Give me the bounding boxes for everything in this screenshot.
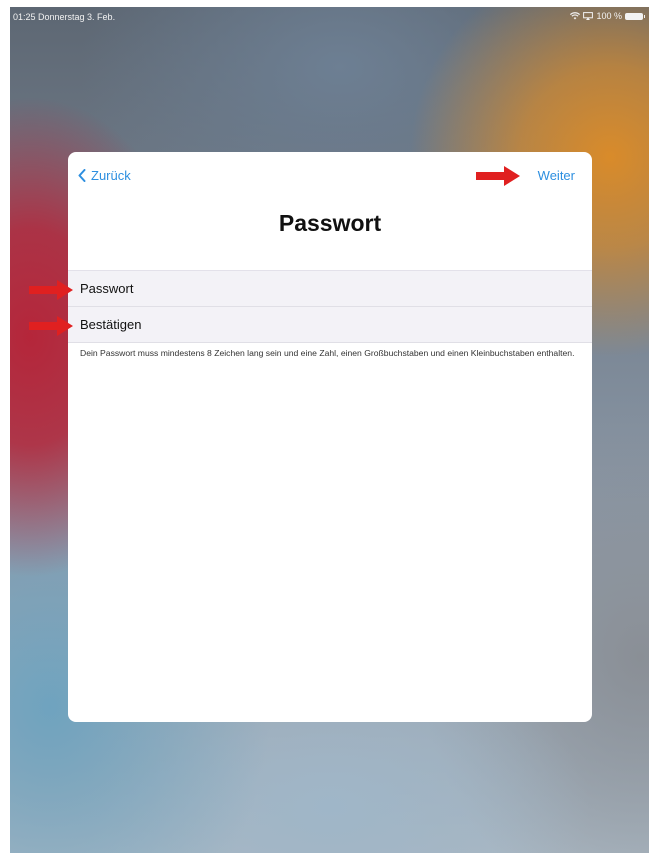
password-field-label: Passwort (80, 281, 134, 296)
back-button[interactable]: Zurück (78, 168, 131, 183)
password-sheet: Zurück Weiter Passwort Passwort Bestätig… (68, 152, 592, 722)
confirm-field-label: Bestätigen (80, 317, 142, 332)
back-button-label: Zurück (91, 168, 131, 183)
wifi-icon (570, 12, 581, 20)
screen-mirroring-icon (583, 12, 594, 20)
next-button[interactable]: Weiter (538, 168, 575, 183)
battery-icon (625, 12, 645, 20)
annotation-arrow-icon (29, 280, 73, 300)
status-bar: 01:25 Donnerstag 3. Feb. 100 % (10, 7, 649, 29)
annotation-arrow-icon (476, 166, 520, 186)
status-time-date: 01:25 Donnerstag 3. Feb. (13, 12, 116, 22)
annotation-arrow-icon (29, 316, 73, 336)
page-title: Passwort (278, 210, 382, 236)
battery-percentage: 100 % (596, 11, 622, 21)
password-form: Passwort Bestätigen (68, 270, 592, 343)
confirm-password-field[interactable]: Bestätigen (68, 307, 592, 343)
password-field[interactable]: Passwort (68, 271, 592, 307)
ipad-screen: 01:25 Donnerstag 3. Feb. 100 % Zurück We… (10, 7, 649, 853)
chevron-left-icon (78, 169, 86, 182)
status-indicators: 100 % (570, 11, 645, 21)
password-requirements-hint: Dein Passwort muss mindestens 8 Zeichen … (80, 348, 575, 358)
